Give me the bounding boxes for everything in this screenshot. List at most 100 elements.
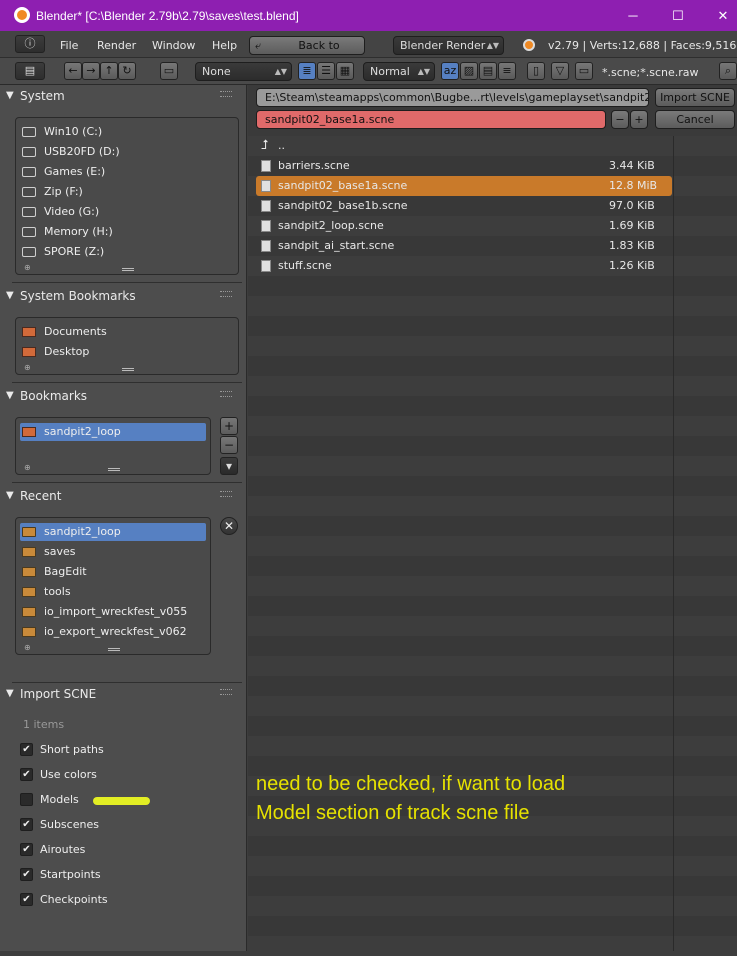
checkbox[interactable]: ✔ [20,768,33,781]
filter-icon[interactable]: ▽ [551,62,569,80]
decrement-button[interactable]: − [611,110,629,129]
close-button[interactable]: ✕ [700,4,737,28]
system-item-label: Zip (F:) [44,185,83,198]
editor-menu-icon[interactable]: ▤ [15,62,45,80]
cancel-button[interactable]: Cancel [655,110,735,129]
thumbnails-icon[interactable]: ▦ [336,62,354,80]
forward-arrow-icon[interactable]: → [82,62,100,80]
parent-dir-icon: ⮥ [261,138,269,153]
expand-icon[interactable]: ⊕ [24,643,31,652]
system-item[interactable]: Games (E:) [20,163,206,181]
add-bookmark-icon[interactable]: + [220,417,238,435]
list-stripe [248,536,737,556]
file-row[interactable]: sandpit2_loop.scne 1.69 KiB [256,216,672,236]
system-bookmarks-item[interactable]: Desktop [20,343,206,361]
increment-button[interactable]: + [630,110,648,129]
folder-icon [22,527,36,537]
checkbox[interactable]: ✔ [20,818,33,831]
search-icon[interactable]: ⌕ [719,62,737,80]
new-folder-icon[interactable]: ▭ [160,62,178,80]
recent-item[interactable]: BagEdit [20,563,206,581]
sort-ext-icon[interactable]: ▨ [460,62,478,80]
recent-item[interactable]: tools [20,583,206,601]
system-item[interactable]: USB20FD (D:) [20,143,206,161]
resize-handle[interactable] [122,268,134,271]
resize-handle[interactable] [108,468,120,471]
system-header[interactable]: ▼ System [0,87,242,107]
recent-item-label: sandpit2_loop [44,525,121,538]
recent-header[interactable]: ▼ Recent [0,487,242,507]
menu-window[interactable]: Window [152,39,195,52]
expand-icon[interactable]: ⊕ [24,263,31,272]
file-name: barriers.scne [278,159,350,172]
refresh-icon[interactable]: ↻ [118,62,136,80]
expand-icon[interactable]: ⊕ [24,463,31,472]
bookmark-menu-icon[interactable]: ▾ [220,457,238,475]
system-item[interactable]: Win10 (C:) [20,123,206,141]
short-list-icon[interactable]: ≣ [298,62,316,80]
file-row[interactable]: sandpit_ai_start.scne 1.83 KiB [256,236,672,256]
system-bookmarks-title: System Bookmarks [20,289,136,303]
system-item[interactable]: Memory (H:) [20,223,206,241]
expand-icon[interactable]: ⊕ [24,363,31,372]
file-row[interactable]: barriers.scne 3.44 KiB [256,156,672,176]
sort-size-icon[interactable]: ≡ [498,62,516,80]
updown-icon: ▲▼ [274,67,287,76]
file-icon [261,180,271,192]
minimize-button[interactable]: ─ [610,4,656,28]
menu-help[interactable]: Help [212,39,237,52]
import-scne-button[interactable]: Import SCNE [655,88,735,107]
recent-item[interactable]: io_import_wreckfest_v055 [20,603,206,621]
hide-dot-icon[interactable]: ▯ [527,62,545,80]
back-to-previous-button[interactable]: ⤶ Back to Previous [249,36,365,69]
menu-file[interactable]: File [60,39,78,52]
long-list-icon[interactable]: ☰ [317,62,335,80]
file-row[interactable]: stuff.scne 1.26 KiB [256,256,672,276]
back-arrow-icon[interactable]: ← [64,62,82,80]
checkbox[interactable]: ✔ [20,868,33,881]
file-row[interactable]: sandpit02_base1b.scne 97.0 KiB [256,196,672,216]
checkbox[interactable] [20,793,33,806]
display-size-select[interactable]: None ▲▼ [195,62,292,81]
directory-path-field[interactable]: E:\Steam\steamapps\common\Bugbe...rt\lev… [256,88,649,107]
resize-handle[interactable] [108,648,120,651]
checkbox[interactable]: ✔ [20,843,33,856]
sort-mode-select[interactable]: Normal ▲▼ [363,62,435,81]
sort-time-icon[interactable]: ▤ [479,62,497,80]
file-row[interactable]: sandpit02_base1a.scne 12.8 MiB [256,176,672,196]
editor-type-icon[interactable]: ⓘ [15,35,45,53]
file-name: sandpit02_base1a.scne [278,179,408,192]
sort-alpha-icon[interactable]: az [441,62,459,80]
list-stripe [248,876,737,896]
parent-dir-icon[interactable]: ↑ [100,62,118,80]
checkbox[interactable]: ✔ [20,743,33,756]
maximize-button[interactable]: ☐ [655,4,701,28]
system-item[interactable]: SPORE (Z:) [20,243,206,261]
file-size: 97.0 KiB [609,199,655,212]
import-scne-header[interactable]: ▼ Import SCNE [0,685,242,705]
system-item[interactable]: Zip (F:) [20,183,206,201]
recent-item[interactable]: sandpit2_loop [20,523,206,541]
recent-item[interactable]: saves [20,543,206,561]
list-stripe [248,336,737,356]
filename-field[interactable]: sandpit02_base1a.scne [256,110,606,129]
system-bookmarks-header[interactable]: ▼ System Bookmarks [0,287,242,307]
file-size: 1.26 KiB [609,259,655,272]
filter-glob[interactable]: *.scne;*.scne.raw [602,66,699,79]
menu-render[interactable]: Render [97,39,136,52]
parent-dir-row[interactable]: ⮥ .. [256,136,672,156]
bookmarks-item[interactable]: sandpit2_loop [20,423,206,441]
render-engine-select[interactable]: Blender Render ▲▼ [393,36,504,55]
folder-filter-icon[interactable]: ▭ [575,62,593,80]
resize-handle[interactable] [122,368,134,371]
list-stripe [248,416,737,436]
system-bookmarks-item[interactable]: Documents [20,323,206,341]
recent-item[interactable]: io_export_wreckfest_v062 [20,623,206,641]
remove-bookmark-icon[interactable]: − [220,436,238,454]
checkbox[interactable]: ✔ [20,893,33,906]
clear-recent-icon[interactable]: ✕ [220,517,238,535]
bookmarks-header[interactable]: ▼ Bookmarks [0,387,242,407]
bookmarks-item-label: sandpit2_loop [44,425,121,438]
system-item[interactable]: Video (G:) [20,203,206,221]
list-stripe [248,916,737,936]
